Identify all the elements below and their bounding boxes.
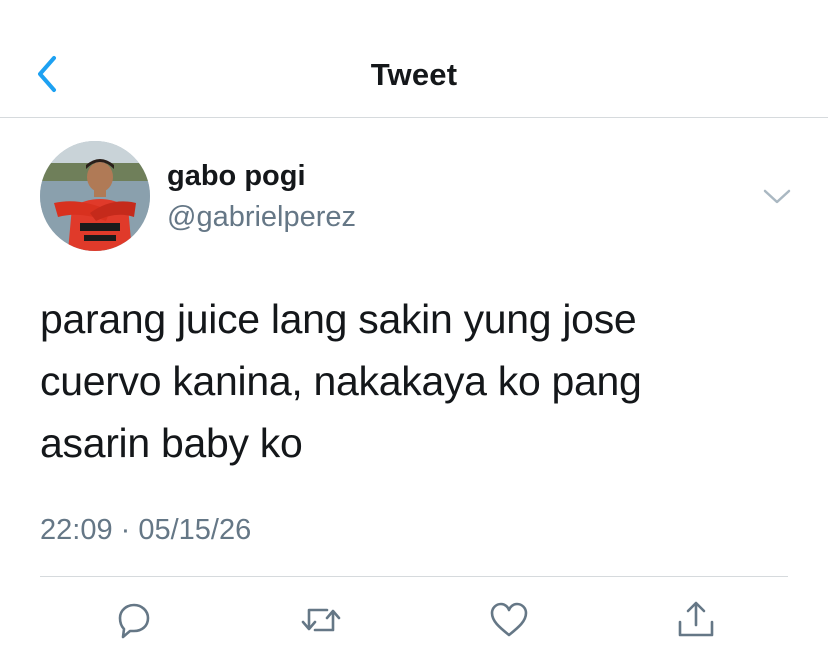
retweet-button[interactable] — [299, 598, 343, 642]
reply-bubble-icon — [118, 603, 150, 639]
tweet-timestamp: 22:09 · 05/15/26 — [40, 514, 252, 546]
nav-header: Tweet — [0, 0, 828, 118]
chevron-down-icon — [763, 189, 791, 204]
divider — [40, 576, 788, 577]
tweet-text-line: parang juice lang sakin yung jose — [40, 296, 637, 342]
share-icon — [678, 601, 714, 637]
reply-button[interactable] — [112, 598, 156, 642]
tweet-text-line: cuervo kanina, nakakaya ko pang — [40, 358, 642, 404]
share-button[interactable] — [674, 598, 718, 642]
author-handle[interactable]: @gabrielperez — [167, 201, 356, 234]
like-button[interactable] — [487, 598, 531, 642]
avatar[interactable] — [40, 141, 150, 251]
retweet-icon — [301, 608, 341, 632]
author-display-name[interactable]: gabo pogi — [167, 160, 306, 193]
more-options-button[interactable] — [760, 184, 794, 210]
tweet-text: parang juice lang sakin yung jose cuervo… — [40, 288, 800, 474]
page-title: Tweet — [370, 57, 458, 92]
tweet-text-line: asarin baby ko — [40, 420, 303, 466]
heart-icon — [490, 602, 528, 637]
